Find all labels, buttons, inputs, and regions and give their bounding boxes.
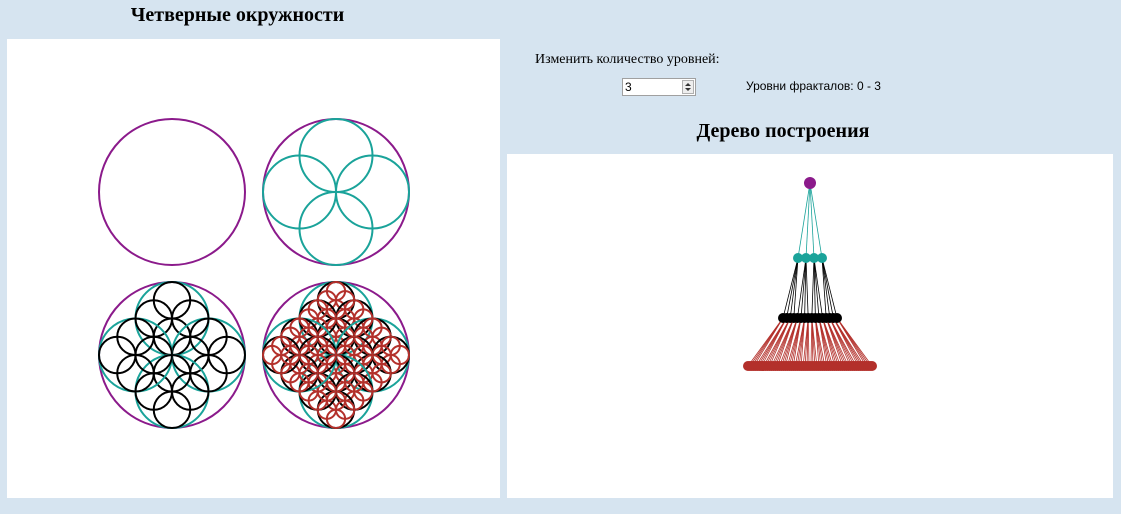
spinner-up-icon[interactable]: [685, 83, 691, 86]
tree-edge-level-2: [811, 257, 815, 319]
levels-spinner-value[interactable]: 3: [625, 80, 632, 94]
fractal-circle-level-1: [298, 191, 374, 266]
tree-edge-level-2: [805, 257, 809, 319]
levels-range-text: Уровни фракталов: 0 - 3: [746, 79, 881, 93]
tree-title: Дерево построения: [696, 120, 870, 142]
fractal-canvas: [7, 39, 500, 498]
spinner-down-icon[interactable]: [685, 88, 691, 91]
fractal-circle-level-1: [335, 154, 410, 230]
tree-drawing: [743, 177, 877, 371]
tree-edge-level-3: [807, 317, 810, 367]
fractal-circle-level-1: [298, 118, 374, 193]
tree-node-level-3: [867, 361, 877, 371]
tree-canvas: [507, 154, 1113, 498]
fractal-title: Четверные окружности: [130, 4, 345, 26]
levels-control-label: Изменить количество уровней:: [535, 52, 720, 67]
fractal-circle-level-0: [98, 118, 246, 266]
tree-node-level-0: [804, 177, 816, 189]
tree-node-level-1: [817, 253, 827, 263]
fractal-drawing: [98, 118, 410, 429]
spinner-buttons[interactable]: [682, 80, 694, 94]
tree-node-level-2: [832, 313, 842, 323]
levels-spinner[interactable]: 3: [622, 78, 696, 96]
fractal-circle-level-1: [262, 154, 337, 230]
